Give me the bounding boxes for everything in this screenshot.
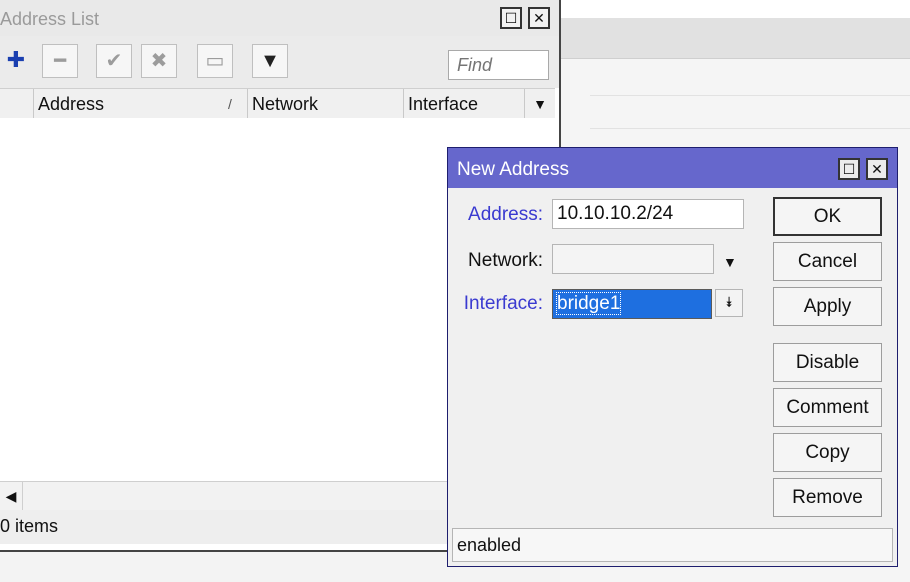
disable-cross-icon[interactable]: ✖ xyxy=(141,44,177,78)
columns-dropdown-icon[interactable]: ▼ xyxy=(524,89,555,119)
address-field[interactable]: 10.10.10.2/24 xyxy=(552,199,744,229)
address-label: Address: xyxy=(468,204,543,225)
column-interface[interactable]: Interface xyxy=(403,89,524,119)
background-header-bar xyxy=(560,18,910,59)
ok-button[interactable]: OK xyxy=(773,197,882,236)
apply-button[interactable]: Apply xyxy=(773,287,882,326)
column-network[interactable]: Network xyxy=(247,89,403,119)
network-dropdown-icon[interactable]: ▼ xyxy=(723,254,737,270)
address-list-title: Address List xyxy=(0,9,100,29)
address-table-header: Address / Network Interface ▼ xyxy=(0,88,555,120)
comment-button[interactable]: Comment xyxy=(773,388,882,427)
close-icon[interactable]: ✕ xyxy=(866,158,888,180)
remove-icon[interactable]: ━ xyxy=(42,44,78,78)
maximize-icon[interactable]: ☐ xyxy=(838,158,860,180)
scroll-left-icon[interactable]: ◀ xyxy=(0,482,23,510)
dialog-status-bar: enabled xyxy=(452,528,893,562)
cancel-button[interactable]: Cancel xyxy=(773,242,882,281)
add-icon[interactable]: ✚ xyxy=(0,44,34,78)
maximize-icon[interactable]: ☐ xyxy=(500,7,522,29)
dialog-title-bar: New Address ☐ ✕ xyxy=(448,148,897,188)
network-field[interactable] xyxy=(552,244,714,274)
column-address[interactable]: Address xyxy=(33,89,247,119)
network-label: Network: xyxy=(468,250,543,271)
new-address-dialog: New Address ☐ ✕ Address: 10.10.10.2/24 N… xyxy=(447,147,898,567)
address-list-toolbar: ✚ ━ ✔ ✖ ▭ ▼ xyxy=(0,36,559,88)
interface-label: Interface: xyxy=(463,293,543,314)
background-divider xyxy=(590,128,910,129)
items-count: 0 items xyxy=(0,516,59,536)
interface-selected-value: bridge1 xyxy=(555,292,622,315)
interface-dropdown-icon[interactable]: ⯯ xyxy=(715,289,743,317)
comment-icon[interactable]: ▭ xyxy=(197,44,233,78)
address-list-title-bar: Address List ☐ ✕ xyxy=(0,0,559,36)
dialog-title: New Address xyxy=(457,159,569,180)
close-icon[interactable]: ✕ xyxy=(528,7,550,29)
background-top-bar xyxy=(560,0,910,19)
interface-select[interactable]: bridge1 xyxy=(552,289,712,319)
enable-check-icon[interactable]: ✔ xyxy=(96,44,132,78)
filter-icon[interactable]: ▼ xyxy=(252,44,288,78)
copy-button[interactable]: Copy xyxy=(773,433,882,472)
sort-indicator-icon: / xyxy=(228,96,232,112)
address-list-status-bar: 0 items xyxy=(0,510,450,544)
remove-button[interactable]: Remove xyxy=(773,478,882,517)
horizontal-scrollbar[interactable]: ◀ xyxy=(0,481,450,511)
find-input[interactable] xyxy=(448,50,549,80)
background-divider xyxy=(590,95,910,96)
disable-button[interactable]: Disable xyxy=(773,343,882,382)
